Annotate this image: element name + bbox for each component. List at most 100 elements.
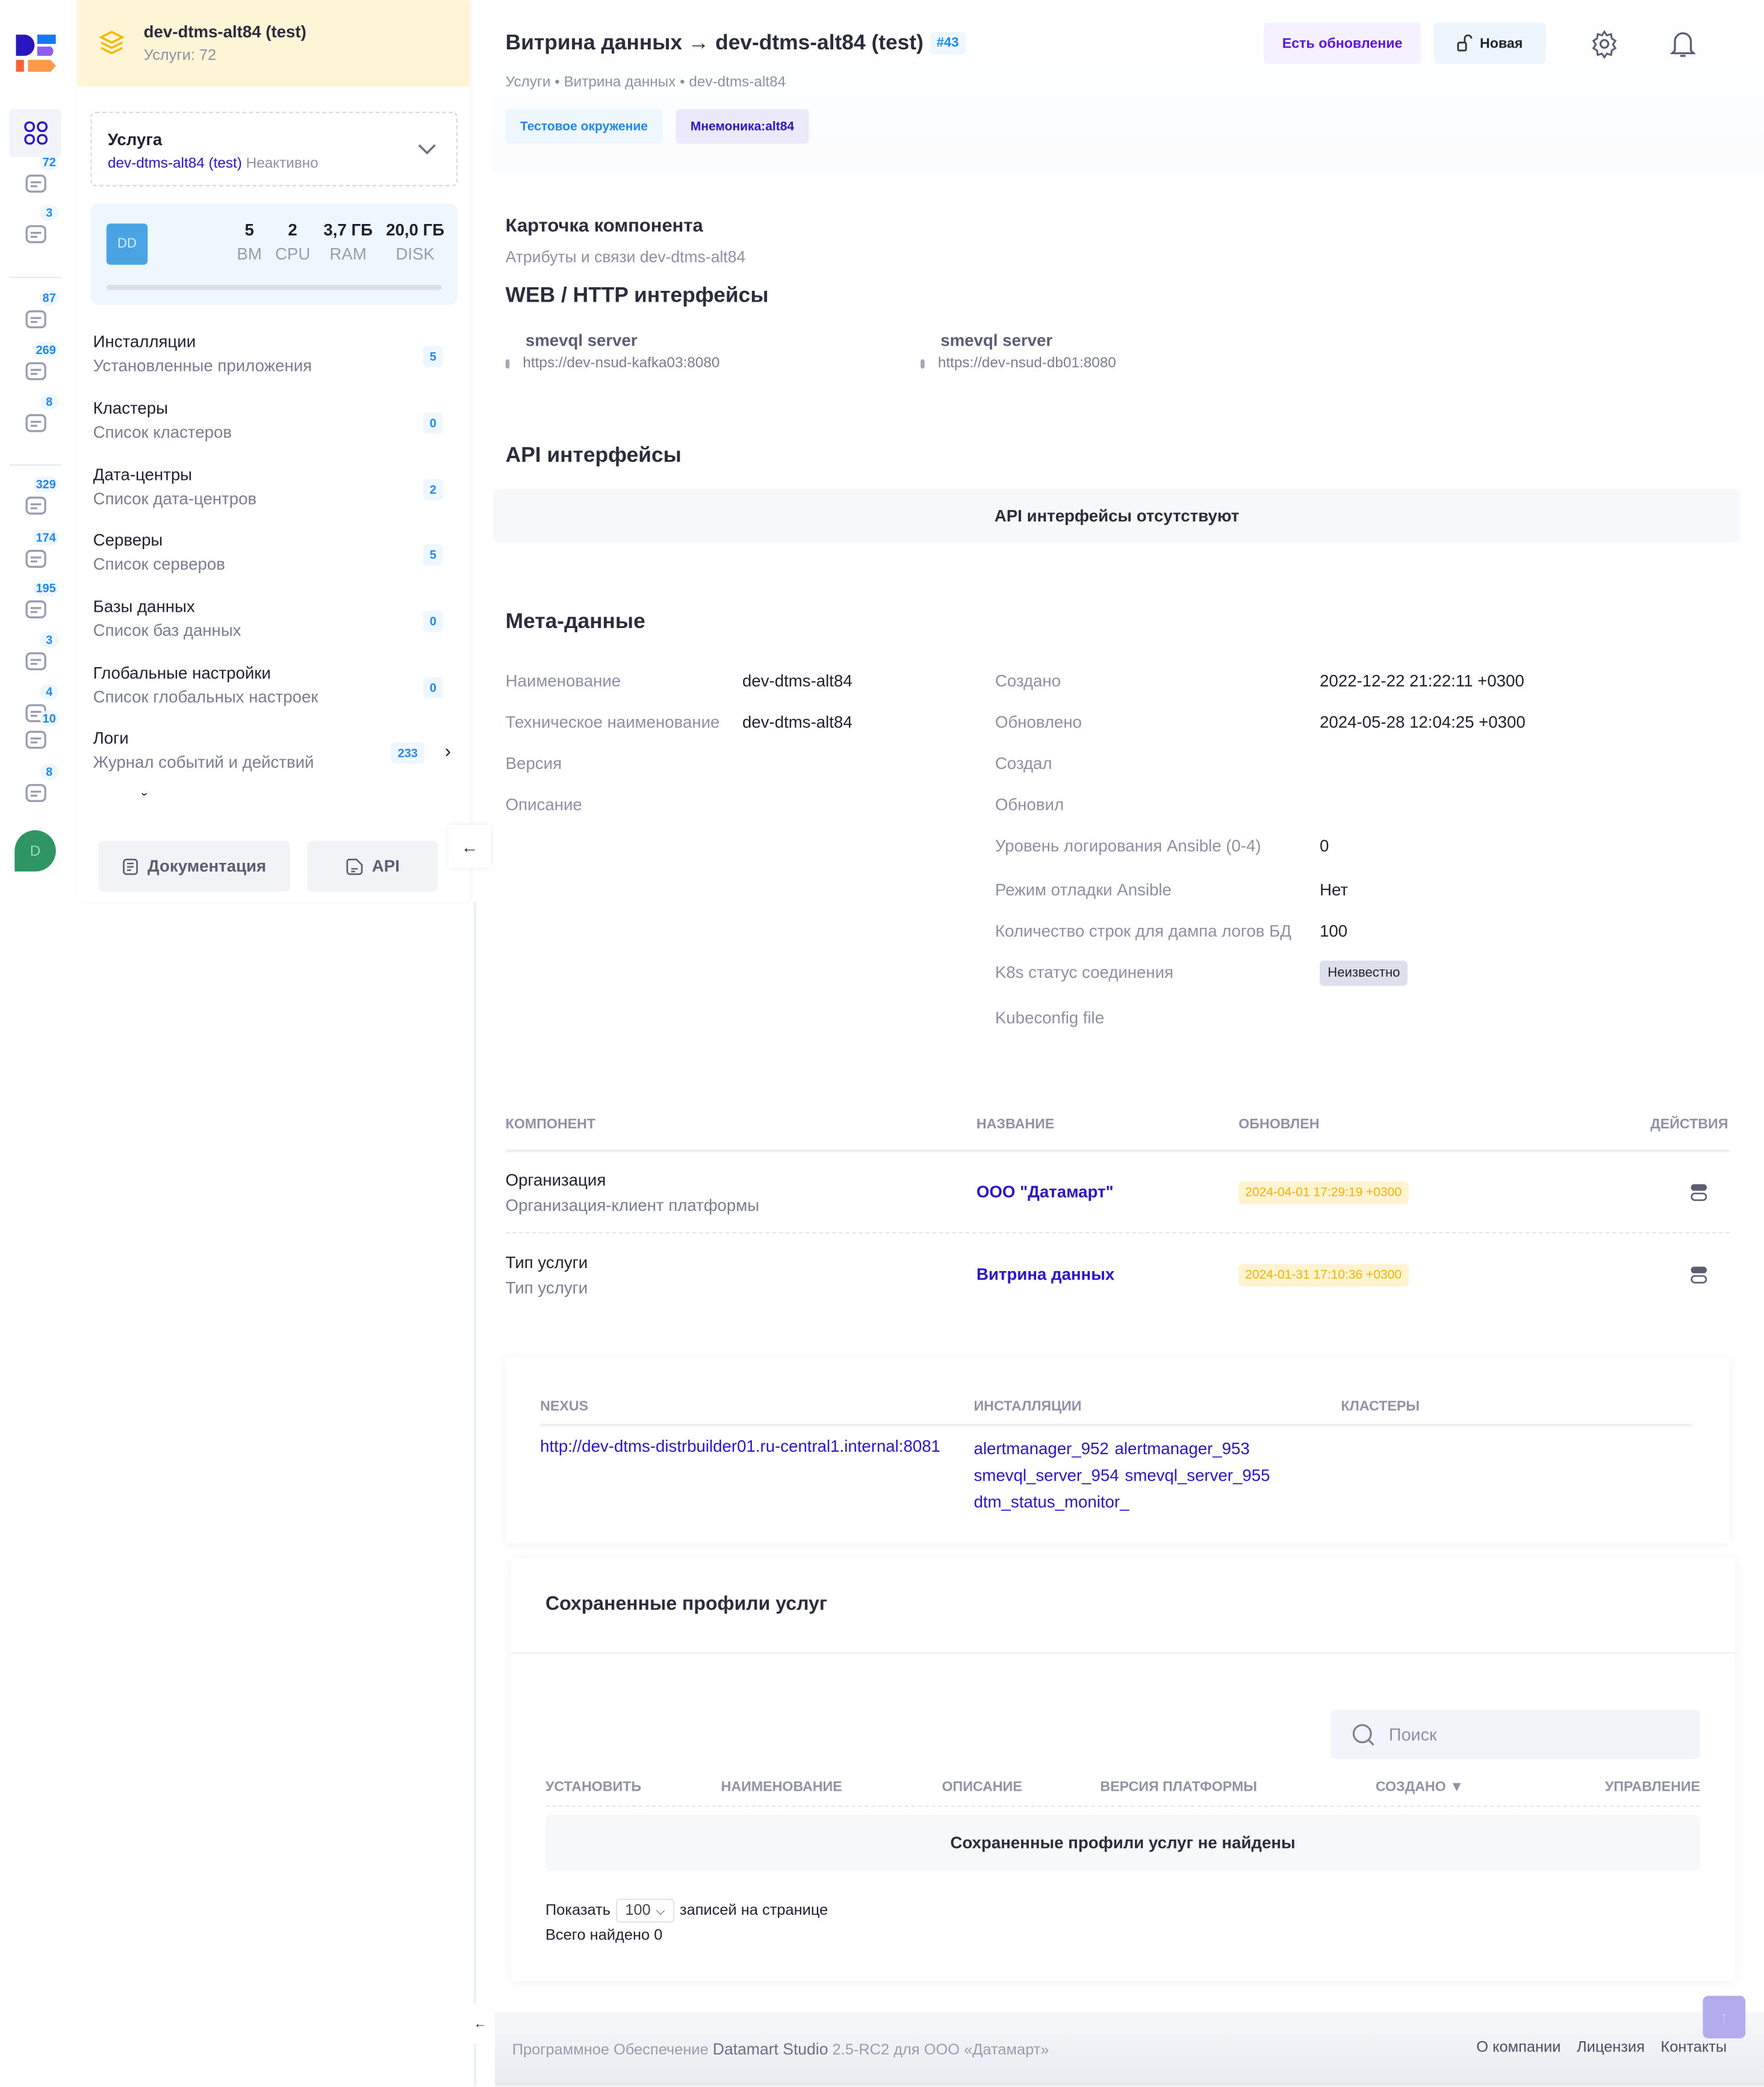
installation-link[interactable]: smevql_server_955 <box>1125 1466 1270 1485</box>
sidebar-item[interactable]: Дата-центры Список дата-центров 2 <box>93 465 459 518</box>
documentation-button[interactable]: Документация <box>98 841 290 892</box>
services-count: Услуги: 72 <box>143 48 217 64</box>
rail-item-shield-check[interactable]: 8 <box>9 764 61 817</box>
web-interfaces-title: WEB / HTTP интерфейсы <box>505 284 769 308</box>
meta-value: Нет <box>1320 880 1349 900</box>
arrow-up-icon: ↑ <box>1720 2008 1728 2027</box>
footer-link-license[interactable]: Лицензия <box>1577 2039 1645 2056</box>
layers-icon <box>98 31 125 55</box>
column-header: Версия платформы <box>1100 1779 1257 1795</box>
mnemonic-tag: Мнемоника:alt84 <box>675 109 809 144</box>
per-page-label: записей на странице <box>679 1902 828 1919</box>
bell-icon[interactable] <box>1669 30 1696 59</box>
nexus-link[interactable]: http://dev-dtms-distrbuilder01.ru-centra… <box>540 1437 940 1455</box>
sidebar-item[interactable]: Базы данных Список баз данных 0 <box>93 597 459 650</box>
page-header: Витрина данных → dev-dtms-alt84 (test) #… <box>492 0 1764 173</box>
sidebar-item-count: 5 <box>423 544 443 566</box>
web-interface-url[interactable]: https://dev-nsud-db01:8080 <box>938 355 1116 372</box>
meta-title: Мета-данные <box>505 611 645 633</box>
footer-product: Datamart Studio <box>712 2039 828 2059</box>
sidebar-item[interactable]: Кластеры Список кластеров 0 <box>93 399 459 452</box>
sidebar-header[interactable]: dev-dtms-alt84 (test) Услуги: 72 <box>77 0 470 87</box>
resource-value: 20,0 ГБ <box>386 220 445 240</box>
column-header-label: Версия платформы <box>1100 1779 1258 1795</box>
rail-item-services-list[interactable]: 72 <box>9 154 61 208</box>
terminal-window-icon <box>25 362 46 381</box>
breadcrumb-services[interactable]: Услуги <box>506 75 551 91</box>
installation-link[interactable]: alertmanager_953 <box>1115 1440 1250 1458</box>
app-logo <box>16 34 56 72</box>
column-header: Компонент <box>505 1116 596 1133</box>
resource-label: RAM <box>329 244 367 264</box>
sidebar-item-title: Дата-центры <box>93 465 193 485</box>
meta-value: 0 <box>1320 836 1329 856</box>
sidebar-item[interactable]: Инсталляции Установленные приложения 5 <box>93 332 459 385</box>
column-header: Наименование <box>721 1779 842 1795</box>
column-header: Описание <box>942 1779 1022 1795</box>
rail-item-hand-package[interactable]: 329 <box>9 476 61 530</box>
toggle-icon[interactable] <box>1689 1183 1708 1201</box>
toggle-icon[interactable] <box>1689 1265 1708 1284</box>
api-button[interactable]: API <box>307 841 438 892</box>
service-selector[interactable]: Услуга dev-dtms-alt84 (test) Неактивно <box>90 111 458 187</box>
update-available-button[interactable]: Есть обновление <box>1264 22 1421 64</box>
search-input[interactable]: Поиск <box>1330 1709 1700 1759</box>
web-interface-name: smevql server <box>940 331 1053 350</box>
page-size-select[interactable]: 100 ⌵ <box>615 1899 675 1923</box>
sidebar-item[interactable]: Логи Журнал событий и действий 233 › <box>93 729 459 782</box>
profiles-title: Сохраненные профили услуг <box>545 1594 828 1616</box>
status-dot-icon <box>921 358 925 368</box>
meta-label: Обновил <box>995 795 1064 815</box>
collapse-button-bottom[interactable]: ← <box>473 2003 497 2044</box>
new-status-label: Новая <box>1479 35 1523 52</box>
id-badge: #43 <box>930 32 966 55</box>
installation-link[interactable]: smevql_server_954 <box>974 1466 1119 1485</box>
column-header: Кластеры <box>1341 1398 1420 1414</box>
sidebar-item-title: Серверы <box>93 530 163 550</box>
sidebar-item-count: 0 <box>423 677 443 699</box>
rail-item-cart-box[interactable]: 174 <box>9 529 61 583</box>
sidebar-item-subtitle: Список кластеров <box>93 423 232 442</box>
rail-item-server-stack[interactable]: 87 <box>9 290 61 344</box>
total-found: Всего найдено 0 <box>545 1927 663 1944</box>
footer-link-about[interactable]: О компании <box>1476 2039 1561 2056</box>
component-link[interactable]: ООО "Датамарт" <box>977 1183 1114 1201</box>
rail-item-database[interactable]: 3 <box>9 205 61 258</box>
column-header[interactable]: Создано ▼ <box>1376 1779 1464 1795</box>
scroll-to-top-button[interactable]: ↑ <box>1703 1995 1746 2039</box>
collapse-sidebar-button[interactable]: ← <box>448 825 491 868</box>
meta-value: 2024-05-28 12:04:25 +0300 <box>1320 713 1526 732</box>
rail-badge: 195 <box>33 580 59 596</box>
rail-item-layout-blocks[interactable]: 3 <box>9 632 61 685</box>
breadcrumb-service-type[interactable]: Витрина данных <box>564 75 675 91</box>
component-link[interactable]: Витрина данных <box>977 1265 1114 1284</box>
footer-prefix: Программное Обеспечение <box>512 2042 709 2059</box>
resource-avatar: DD <box>106 223 148 265</box>
rail-badge: 329 <box>33 476 59 493</box>
rail-item-checklist[interactable]: 10 <box>9 710 61 764</box>
rail-item-terminal-window[interactable]: 269 <box>9 341 61 396</box>
footer-version: 2.5-RC2 для ООО «Датамарт» <box>832 2042 1049 2059</box>
resource-stat: 3,7 ГБ RAM <box>323 221 373 264</box>
saved-profiles-section: Сохраненные профили услуг Поиск Установи… <box>511 1558 1735 1982</box>
rail-item-chip[interactable]: 8 <box>9 394 61 447</box>
sidebar-item[interactable]: Глобальные настройки Список глобальных на… <box>93 664 459 717</box>
new-status-button[interactable]: Новая <box>1434 22 1546 64</box>
resource-stat: 2 CPU <box>275 221 310 264</box>
rail-item-dashboard-grid[interactable] <box>9 109 61 157</box>
environment-tag: Тестовое окружение <box>505 109 663 144</box>
column-header: Обновлен <box>1238 1116 1320 1133</box>
gear-icon[interactable] <box>1590 30 1620 59</box>
component-title: Организация <box>505 1171 606 1190</box>
web-interface-url[interactable]: https://dev-nsud-kafka03:8080 <box>523 355 719 372</box>
resource-label: DISK <box>396 244 435 264</box>
footer-link-contacts[interactable]: Контакты <box>1660 2039 1727 2056</box>
sidebar-item[interactable]: Серверы Список серверов 5 <box>93 531 459 584</box>
dashboard-grid-icon <box>23 121 47 145</box>
user-avatar[interactable]: D <box>14 830 56 872</box>
rail-badge: 174 <box>33 529 59 546</box>
rail-item-hierarchy[interactable]: 195 <box>9 580 61 633</box>
installation-link[interactable]: alertmanager_952 <box>974 1440 1109 1458</box>
web-interface-item: smevql server https://dev-nsud-db01:8080 <box>921 331 1116 372</box>
installation-link[interactable]: dtm_status_monitor_ <box>974 1493 1129 1511</box>
